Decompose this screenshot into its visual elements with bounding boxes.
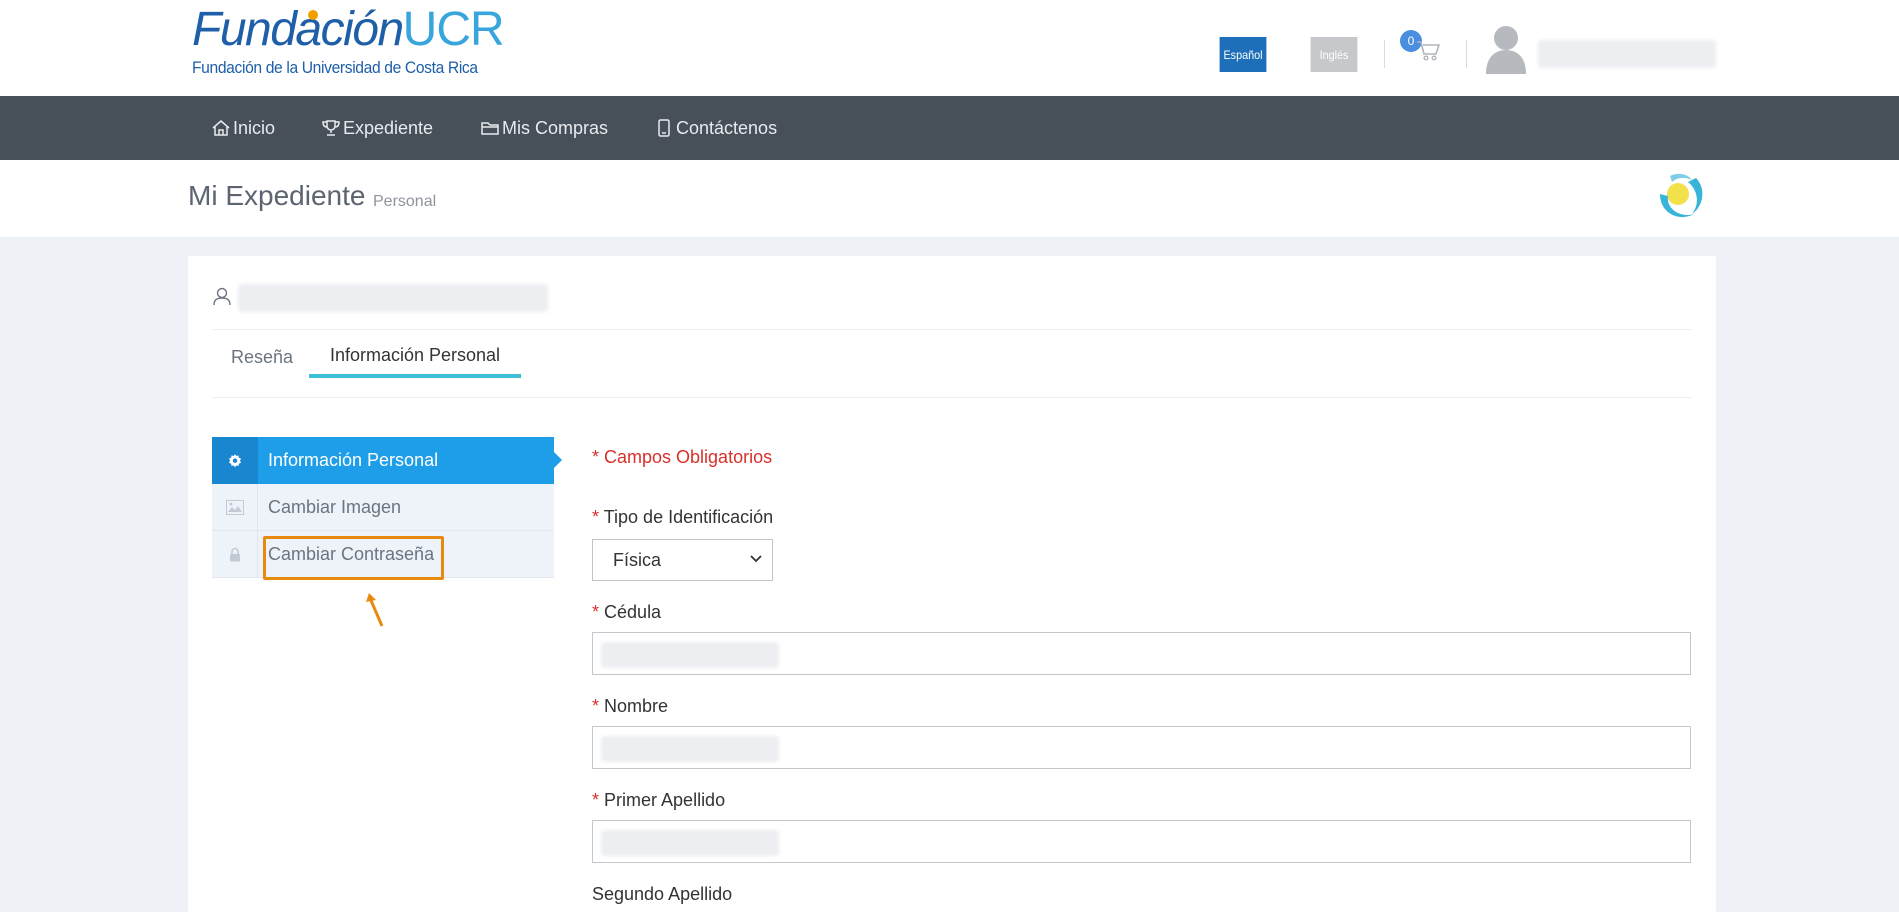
trophy-icon — [322, 120, 340, 136]
id-type-label: * Tipo de Identificación — [592, 507, 773, 528]
primer-apellido-label: * Primer Apellido — [592, 790, 725, 811]
nav-item-label: Expediente — [343, 117, 434, 138]
side-item-label: Cambiar Imagen — [268, 496, 402, 517]
cart-button[interactable]: 0 — [1400, 30, 1446, 66]
primer-apellido-label-text: Primer Apellido — [604, 790, 726, 810]
id-type-label-text: Tipo de Identificación — [603, 507, 774, 527]
logo-dot-icon — [308, 10, 318, 20]
logo-tagline: Fundación de la Universidad de Costa Ric… — [192, 58, 478, 77]
id-type-select[interactable]: Física — [592, 539, 773, 581]
user-icon — [213, 287, 231, 306]
language-english-button[interactable]: Inglés — [1310, 37, 1358, 72]
primer-apellido-field[interactable] — [592, 820, 1691, 863]
phone-icon — [658, 119, 670, 137]
highlight-annotation — [263, 536, 444, 580]
required-fields-note: * Campos Obligatorios — [592, 447, 773, 467]
site-header: FundaciónUCR Fundación de la Universidad… — [0, 0, 1899, 96]
nav-item-label: Contáctenos — [676, 117, 778, 138]
nav-item-label: Mis Compras — [502, 117, 609, 138]
page-title: Mi Expediente — [188, 180, 366, 211]
gear-icon — [229, 453, 241, 467]
primer-apellido-value-redacted — [601, 830, 779, 856]
side-menu: Información Personal Cambiar Imagen Camb… — [212, 437, 562, 580]
language-spanish-button[interactable]: Español — [1219, 37, 1267, 72]
cart-icon — [1417, 41, 1440, 61]
profile-name-redacted — [238, 284, 548, 312]
nav-item-label: Inicio — [233, 117, 276, 138]
fundacion-ucr-logo[interactable]: FundaciónUCR Fundación de la Universidad… — [192, 3, 505, 78]
image-icon — [225, 499, 244, 515]
side-item-informacion-personal[interactable]: Información Personal — [212, 437, 562, 484]
required-mark: * — [592, 507, 600, 527]
header-divider — [1384, 40, 1385, 68]
folder-icon — [481, 122, 499, 135]
required-mark: * — [592, 696, 600, 716]
nav-item-mis-compras[interactable]: Mis Compras — [480, 96, 608, 160]
page-subtitle: Personal — [373, 193, 437, 210]
fundacion-swirl-logo-icon — [1660, 173, 1703, 218]
divider — [212, 329, 1692, 330]
nombre-label-text: Nombre — [604, 696, 669, 716]
lock-icon — [229, 547, 240, 561]
user-name-redacted[interactable] — [1538, 40, 1716, 68]
avatar-icon[interactable] — [1484, 22, 1528, 74]
required-mark: * — [592, 790, 600, 810]
logo-brand-text: Fundación — [192, 3, 404, 56]
page-heading: Mi Expediente Personal — [0, 160, 1899, 237]
required-mark: * — [592, 602, 600, 622]
cedula-label: * Cédula — [592, 602, 661, 623]
nombre-value-redacted — [601, 736, 779, 762]
arrow-annotation-icon — [366, 593, 384, 627]
side-item-cambiar-imagen[interactable]: Cambiar Imagen — [212, 484, 554, 531]
home-icon — [212, 120, 230, 136]
cedula-label-text: Cédula — [604, 602, 662, 622]
divider — [212, 397, 1692, 398]
profile-card: Reseña Información Personal Información … — [188, 256, 1716, 912]
header-divider — [1466, 40, 1467, 68]
side-item-label: Información Personal — [268, 450, 439, 470]
chevron-down-icon — [750, 555, 762, 563]
tab-resena[interactable]: Reseña — [231, 336, 293, 378]
id-type-select-value: Física — [613, 549, 662, 570]
nav-item-inicio[interactable]: Inicio — [211, 96, 275, 160]
cedula-value-redacted — [601, 642, 779, 668]
segundo-apellido-label: Segundo Apellido — [592, 884, 733, 904]
nav-item-expediente[interactable]: Expediente — [321, 96, 433, 160]
tab-informacion-personal[interactable]: Información Personal — [309, 336, 521, 378]
nombre-field[interactable] — [592, 726, 1691, 769]
nombre-label: * Nombre — [592, 696, 668, 717]
main-nav: Inicio Expediente Mis Compras Contácteno… — [0, 96, 1899, 160]
nav-item-contactenos[interactable]: Contáctenos — [654, 96, 777, 160]
logo-brand-ucr: UCR — [402, 3, 505, 56]
cedula-field[interactable] — [592, 632, 1691, 675]
